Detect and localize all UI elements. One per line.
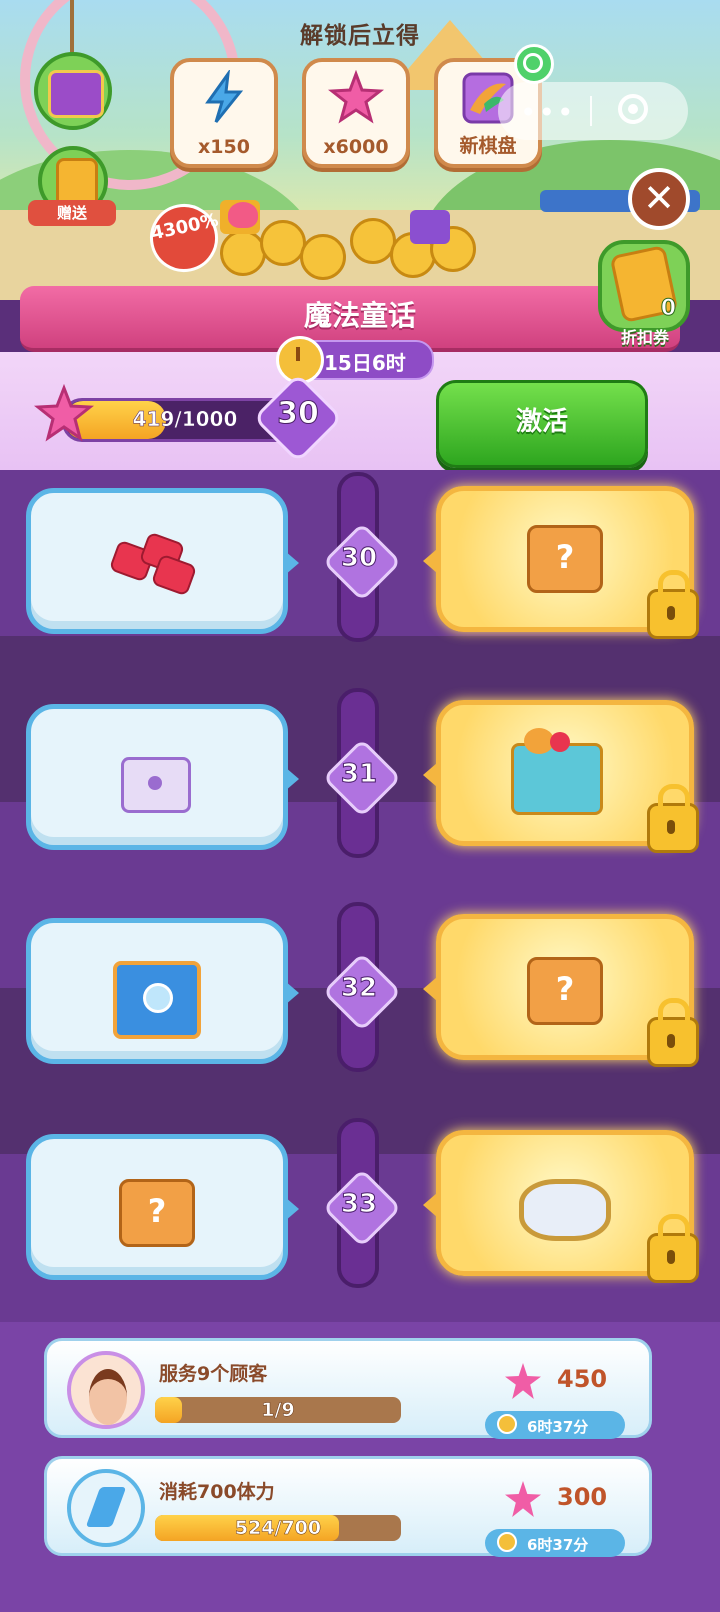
event-timer: 15日6时 xyxy=(276,336,434,384)
lock-icon xyxy=(647,998,699,1067)
mystery-box-icon: ? xyxy=(527,957,603,1025)
mystery-box-icon: ? xyxy=(527,525,603,593)
free-reward-card[interactable] xyxy=(26,704,299,850)
coin-pile-icon xyxy=(180,190,480,280)
level-number: 33 xyxy=(340,1189,378,1220)
task-reward: 450 xyxy=(557,1365,608,1393)
unlock-title: 解锁后立得 xyxy=(300,23,420,49)
activate-button[interactable]: 激活 xyxy=(436,380,648,468)
task-reward: 300 xyxy=(557,1483,608,1511)
clock-icon xyxy=(497,1532,517,1552)
free-reward-card[interactable]: ? xyxy=(26,1134,299,1280)
premium-reward-card[interactable] xyxy=(423,1130,699,1283)
free-reward-card[interactable] xyxy=(26,488,299,634)
level-number: 31 xyxy=(340,759,378,790)
task-progress-text: 1/9 xyxy=(261,1399,295,1422)
task-timer-text: 6时37分 xyxy=(527,1536,589,1554)
coupon-button[interactable]: 0 xyxy=(598,240,690,332)
clock-icon xyxy=(497,1414,517,1434)
lock-icon xyxy=(647,1214,699,1283)
task-timer: 6时37分 xyxy=(485,1529,625,1557)
exit-ring-icon[interactable] xyxy=(618,94,648,124)
task-progress-bar: 524/700 xyxy=(155,1515,401,1541)
reward-label: x6000 xyxy=(323,136,389,158)
treasure-chest-icon xyxy=(511,728,603,815)
pink-star-icon xyxy=(34,384,94,442)
lock-icon xyxy=(647,784,699,853)
level-number: 30 xyxy=(340,543,378,574)
task-panel: 服务9个顾客 1/9 450 6时37分 消耗700体力 524/700 300… xyxy=(0,1322,720,1612)
pink-star-icon xyxy=(328,70,384,124)
purple-chest-icon xyxy=(121,757,191,813)
reward-card-energy[interactable]: x150 xyxy=(170,58,278,168)
send-label[interactable]: 赠送 xyxy=(28,200,116,226)
more-dots-icon[interactable]: ••• xyxy=(520,96,576,129)
reward-label: x150 xyxy=(198,136,250,158)
current-level-number: 30 xyxy=(277,396,320,432)
mystery-box-icon: ? xyxy=(119,1179,195,1247)
pink-star-icon xyxy=(505,1363,541,1399)
lock-icon xyxy=(647,570,699,639)
pink-star-icon xyxy=(505,1481,541,1517)
level-number: 32 xyxy=(340,973,378,1004)
task-timer-text: 6时37分 xyxy=(527,1418,589,1436)
close-icon: ✕ xyxy=(643,176,675,220)
task-name: 服务9个顾客 xyxy=(159,1363,268,1385)
premium-reward-card[interactable]: ? xyxy=(423,914,699,1067)
energy-bolt-icon xyxy=(67,1469,145,1547)
close-button[interactable]: ✕ xyxy=(628,168,690,230)
premium-reward-card[interactable] xyxy=(423,700,699,853)
task-progress-bar: 1/9 xyxy=(155,1397,401,1423)
free-reward-card[interactable] xyxy=(26,918,299,1064)
shell-plate-icon xyxy=(519,1179,611,1241)
task-card[interactable]: 服务9个顾客 1/9 450 6时37分 xyxy=(44,1338,652,1439)
gift-box-button[interactable] xyxy=(34,52,112,130)
task-timer: 6时37分 xyxy=(485,1411,625,1439)
zoom-search-icon[interactable] xyxy=(514,44,554,84)
task-card[interactable]: 消耗700体力 524/700 300 6时37分 xyxy=(44,1456,652,1557)
blue-chest-icon xyxy=(113,961,201,1039)
premium-reward-card[interactable]: ? xyxy=(423,486,699,639)
capsule-divider xyxy=(590,96,592,126)
reward-card-stars[interactable]: x6000 xyxy=(302,58,410,168)
gift-box-icon xyxy=(48,70,104,118)
energy-bolt-icon xyxy=(205,70,244,123)
customer-avatar-icon xyxy=(67,1351,145,1429)
mini-program-capsule: ••• xyxy=(498,82,688,140)
task-name: 消耗700体力 xyxy=(159,1481,275,1503)
task-progress-text: 524/700 xyxy=(234,1517,322,1540)
event-timer-text: 15日6时 xyxy=(324,351,406,375)
coupon-label: 折扣券 xyxy=(620,328,669,347)
coupon-count: 0 xyxy=(660,296,676,322)
